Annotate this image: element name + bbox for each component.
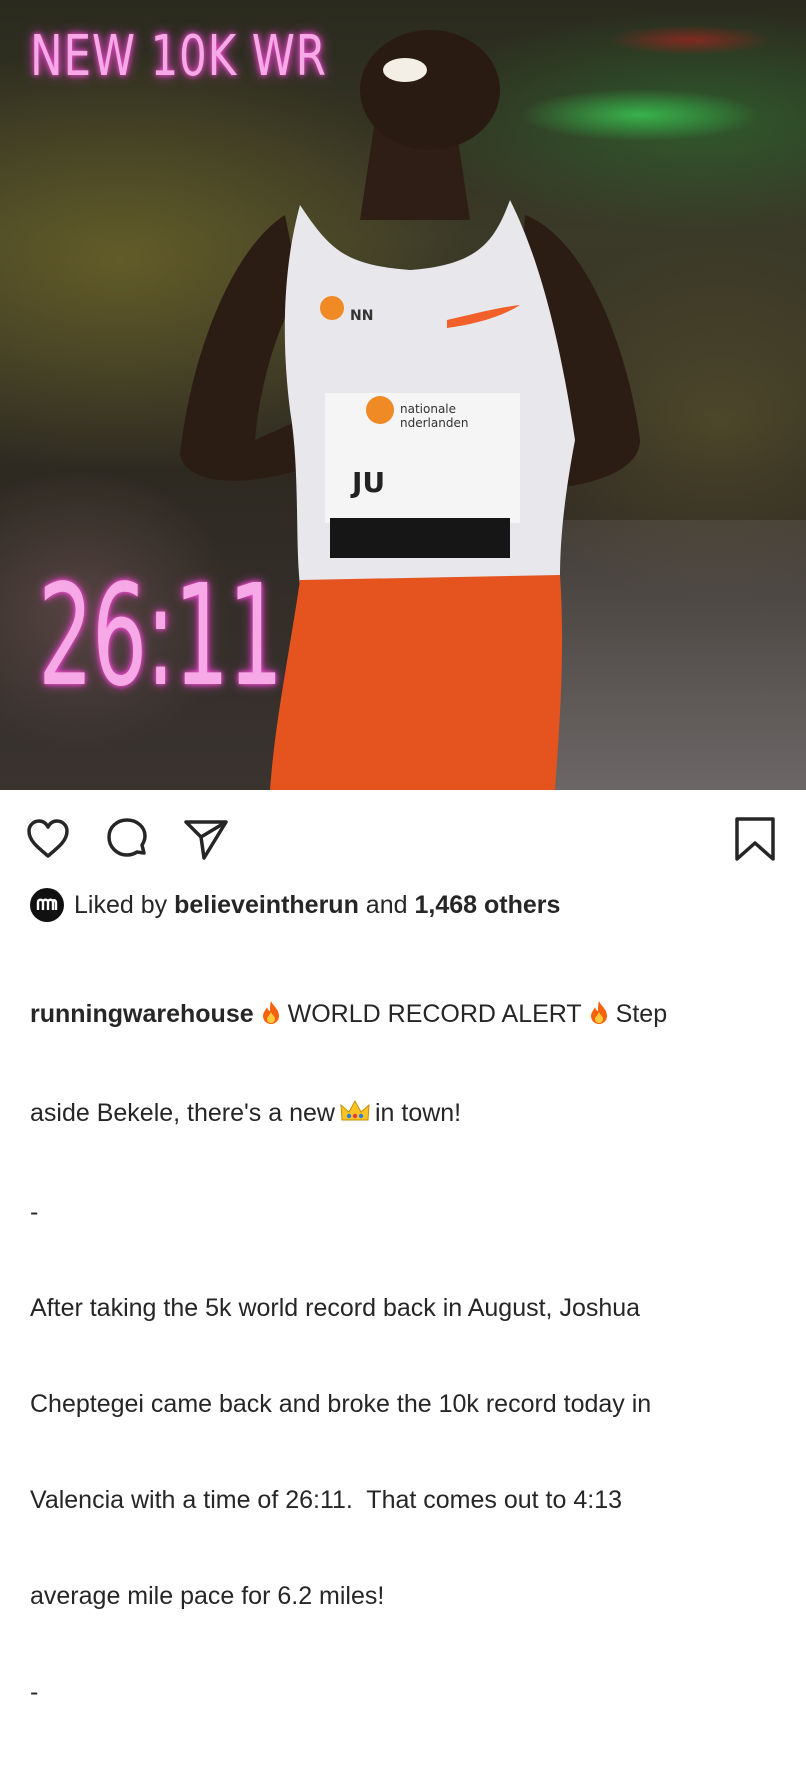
caption-text-step: Step bbox=[615, 1000, 668, 1028]
svg-text:nderlanden: nderlanden bbox=[400, 416, 468, 430]
comment-icon bbox=[107, 818, 147, 857]
paper-plane-icon bbox=[184, 820, 228, 860]
caption-paragraph-line: Cheptegei came back and broke the 10k re… bbox=[30, 1390, 652, 1418]
caption-separator: - bbox=[30, 1198, 39, 1226]
likes-prefix: Liked by bbox=[74, 890, 168, 919]
instagram-post: NN nationale nderlanden JU NEW 10K WR 26… bbox=[0, 0, 806, 1706]
post-action-bar bbox=[0, 805, 806, 875]
running-warehouse-logo-icon bbox=[36, 898, 58, 910]
svg-text:nationale: nationale bbox=[400, 402, 456, 416]
caption-paragraph-line: average mile pace for 6.2 miles! bbox=[30, 1582, 385, 1610]
caption-text-town: in town! bbox=[374, 1099, 462, 1127]
post-caption: runningwarehouse WORLD RECORD ALERT Step a… bbox=[30, 934, 780, 1772]
save-button[interactable] bbox=[731, 815, 779, 863]
fire-emoji bbox=[586, 999, 612, 1033]
caption-alert-text: WORLD RECORD ALERT bbox=[287, 1000, 582, 1028]
comment-button[interactable] bbox=[103, 815, 151, 863]
like-button[interactable] bbox=[24, 815, 72, 863]
caption-separator: - bbox=[30, 1678, 39, 1706]
caption-text-aside: aside Bekele, there's a new bbox=[30, 1099, 335, 1127]
likes-middle: and bbox=[365, 890, 408, 919]
caption-paragraph-line: Valencia with a time of 26:11. That come… bbox=[30, 1486, 623, 1514]
svg-text:JU: JU bbox=[350, 466, 385, 499]
svg-text:NN: NN bbox=[350, 308, 373, 324]
liker-username-link[interactable]: believeintherun bbox=[174, 891, 359, 920]
likes-count-link[interactable]: 1,468 others bbox=[414, 891, 560, 920]
likes-summary: Liked by believeintherun and 1,468 other… bbox=[30, 885, 560, 925]
post-photo[interactable]: NN nationale nderlanden JU NEW 10K WR 26… bbox=[0, 0, 806, 790]
caption-paragraph-line: After taking the 5k world record back in… bbox=[30, 1294, 641, 1322]
share-button[interactable] bbox=[182, 815, 230, 863]
bookmark-icon bbox=[735, 817, 775, 861]
heart-icon bbox=[27, 819, 69, 858]
caption-line-1: runningwarehouse WORLD RECORD ALERT Step bbox=[30, 998, 780, 1033]
caption-line-2: aside Bekele, there's a new in town! bbox=[30, 1097, 780, 1132]
crown-emoji bbox=[339, 1098, 371, 1132]
headline-overlay: NEW 10K WR bbox=[30, 24, 327, 89]
liker-avatar[interactable] bbox=[30, 888, 64, 922]
fire-emoji bbox=[258, 999, 284, 1033]
time-overlay: 26:11 bbox=[38, 555, 283, 718]
caption-username-link[interactable]: runningwarehouse bbox=[30, 1000, 254, 1028]
